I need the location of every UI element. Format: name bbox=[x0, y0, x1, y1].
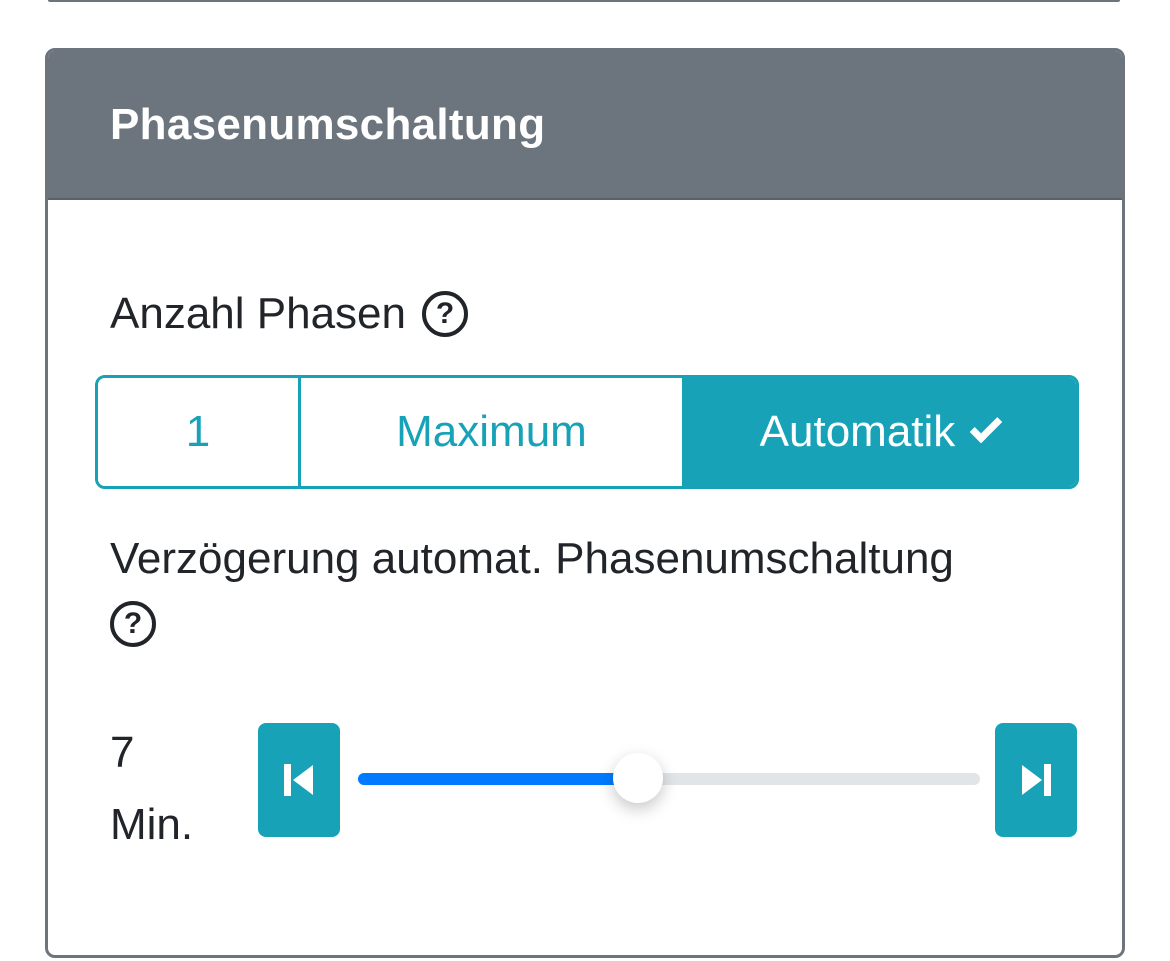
phase-option-label: 1 bbox=[185, 407, 211, 456]
phases-label: Anzahl Phasen bbox=[110, 289, 406, 338]
card-header: Phasenumschaltung bbox=[48, 51, 1122, 200]
slider-thumb[interactable] bbox=[612, 753, 663, 803]
phase-option-label: Automatik bbox=[759, 407, 956, 456]
check-icon bbox=[970, 410, 1003, 444]
skip-end-icon bbox=[1022, 764, 1051, 796]
phase-option-label: Maximum bbox=[396, 407, 587, 456]
increase-delay-button[interactable] bbox=[995, 723, 1077, 837]
decrease-delay-button[interactable] bbox=[258, 723, 340, 837]
slider-fill bbox=[358, 773, 638, 785]
delay-slider[interactable] bbox=[358, 753, 980, 803]
delay-label-block: Verzögerung automat. Phasenumschaltung ? bbox=[110, 527, 954, 647]
phases-label-row: Anzahl Phasen ? bbox=[110, 289, 468, 339]
phase-option-maximum[interactable]: Maximum bbox=[298, 378, 682, 486]
delay-value: 7 Min. bbox=[110, 717, 193, 861]
delay-label: Verzögerung automat. Phasenumschaltung bbox=[110, 534, 954, 583]
phases-button-group: 1 Maximum Automatik bbox=[95, 375, 1079, 489]
card-title: Phasenumschaltung bbox=[110, 99, 546, 149]
help-icon[interactable]: ? bbox=[110, 601, 156, 647]
phase-switching-card: Phasenumschaltung Anzahl Phasen ? 1 Maxi… bbox=[45, 48, 1125, 958]
previous-card-border bbox=[48, 0, 1120, 2]
delay-value-number: 7 bbox=[110, 728, 135, 777]
phase-option-automatik[interactable]: Automatik bbox=[682, 378, 1076, 486]
phase-option-1[interactable]: 1 bbox=[98, 378, 298, 486]
skip-start-icon bbox=[284, 764, 313, 796]
help-icon[interactable]: ? bbox=[422, 291, 468, 337]
delay-value-unit: Min. bbox=[110, 800, 194, 849]
